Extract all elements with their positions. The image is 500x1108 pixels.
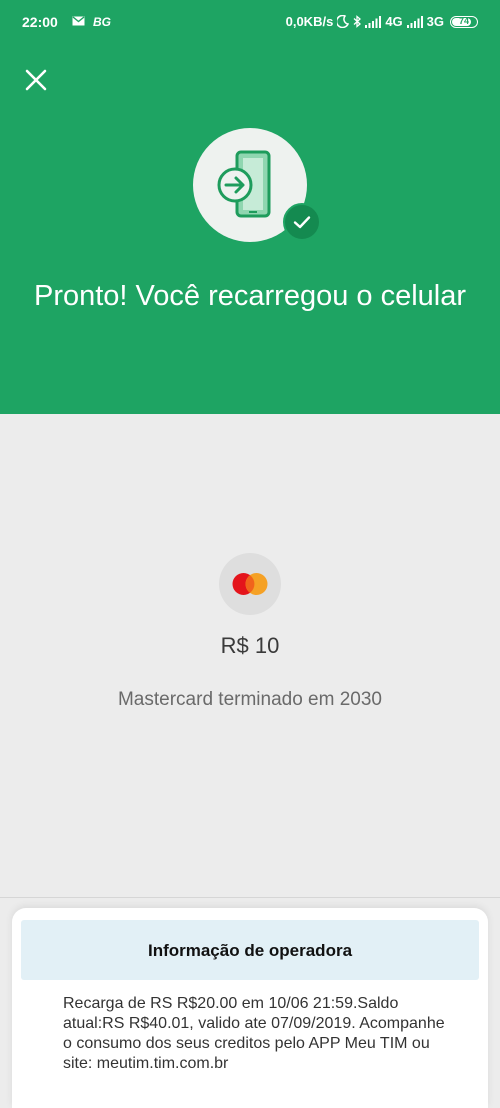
status-right: 0,0KB/s 4G 3G 74 xyxy=(286,14,478,29)
sheet-message: Recarga de RS R$20.00 em 10/06 21:59.Sal… xyxy=(63,995,445,1072)
card-description: Mastercard terminado em 2030 xyxy=(117,689,382,710)
signal-icon-1 xyxy=(365,15,382,28)
mail-icon xyxy=(72,16,85,26)
close-icon[interactable] xyxy=(22,66,50,94)
battery-level: 74 xyxy=(458,15,469,26)
status-carrier-tag: BG xyxy=(93,15,111,29)
sheet-header: Informação de operadora xyxy=(21,920,479,980)
signal-icon-2 xyxy=(406,15,423,28)
network-type-1: 4G xyxy=(385,14,403,29)
check-icon xyxy=(283,203,321,241)
page-title: Pronto! Você recarregou o celular xyxy=(33,280,467,312)
status-time: 22:00 xyxy=(22,14,58,30)
moon-icon xyxy=(337,15,350,28)
success-header: 22:00 BG 0,0KB/s 4G 3G 74 Pronto! Você r… xyxy=(0,0,500,414)
divider xyxy=(0,897,500,898)
status-bar: 22:00 BG 0,0KB/s 4G 3G 74 xyxy=(0,0,500,44)
sheet-title: Informação de operadora xyxy=(147,941,353,960)
bluetooth-icon xyxy=(353,15,362,28)
status-speed: 0,0KB/s xyxy=(285,14,334,29)
operator-info-sheet: Informação de operadora Recarga de RS R$… xyxy=(12,908,488,1108)
recharge-amount: R$ 10 xyxy=(220,633,280,658)
network-type-2: 3G xyxy=(426,14,444,29)
battery-icon: 74 xyxy=(450,15,478,28)
mastercard-icon xyxy=(219,553,281,615)
